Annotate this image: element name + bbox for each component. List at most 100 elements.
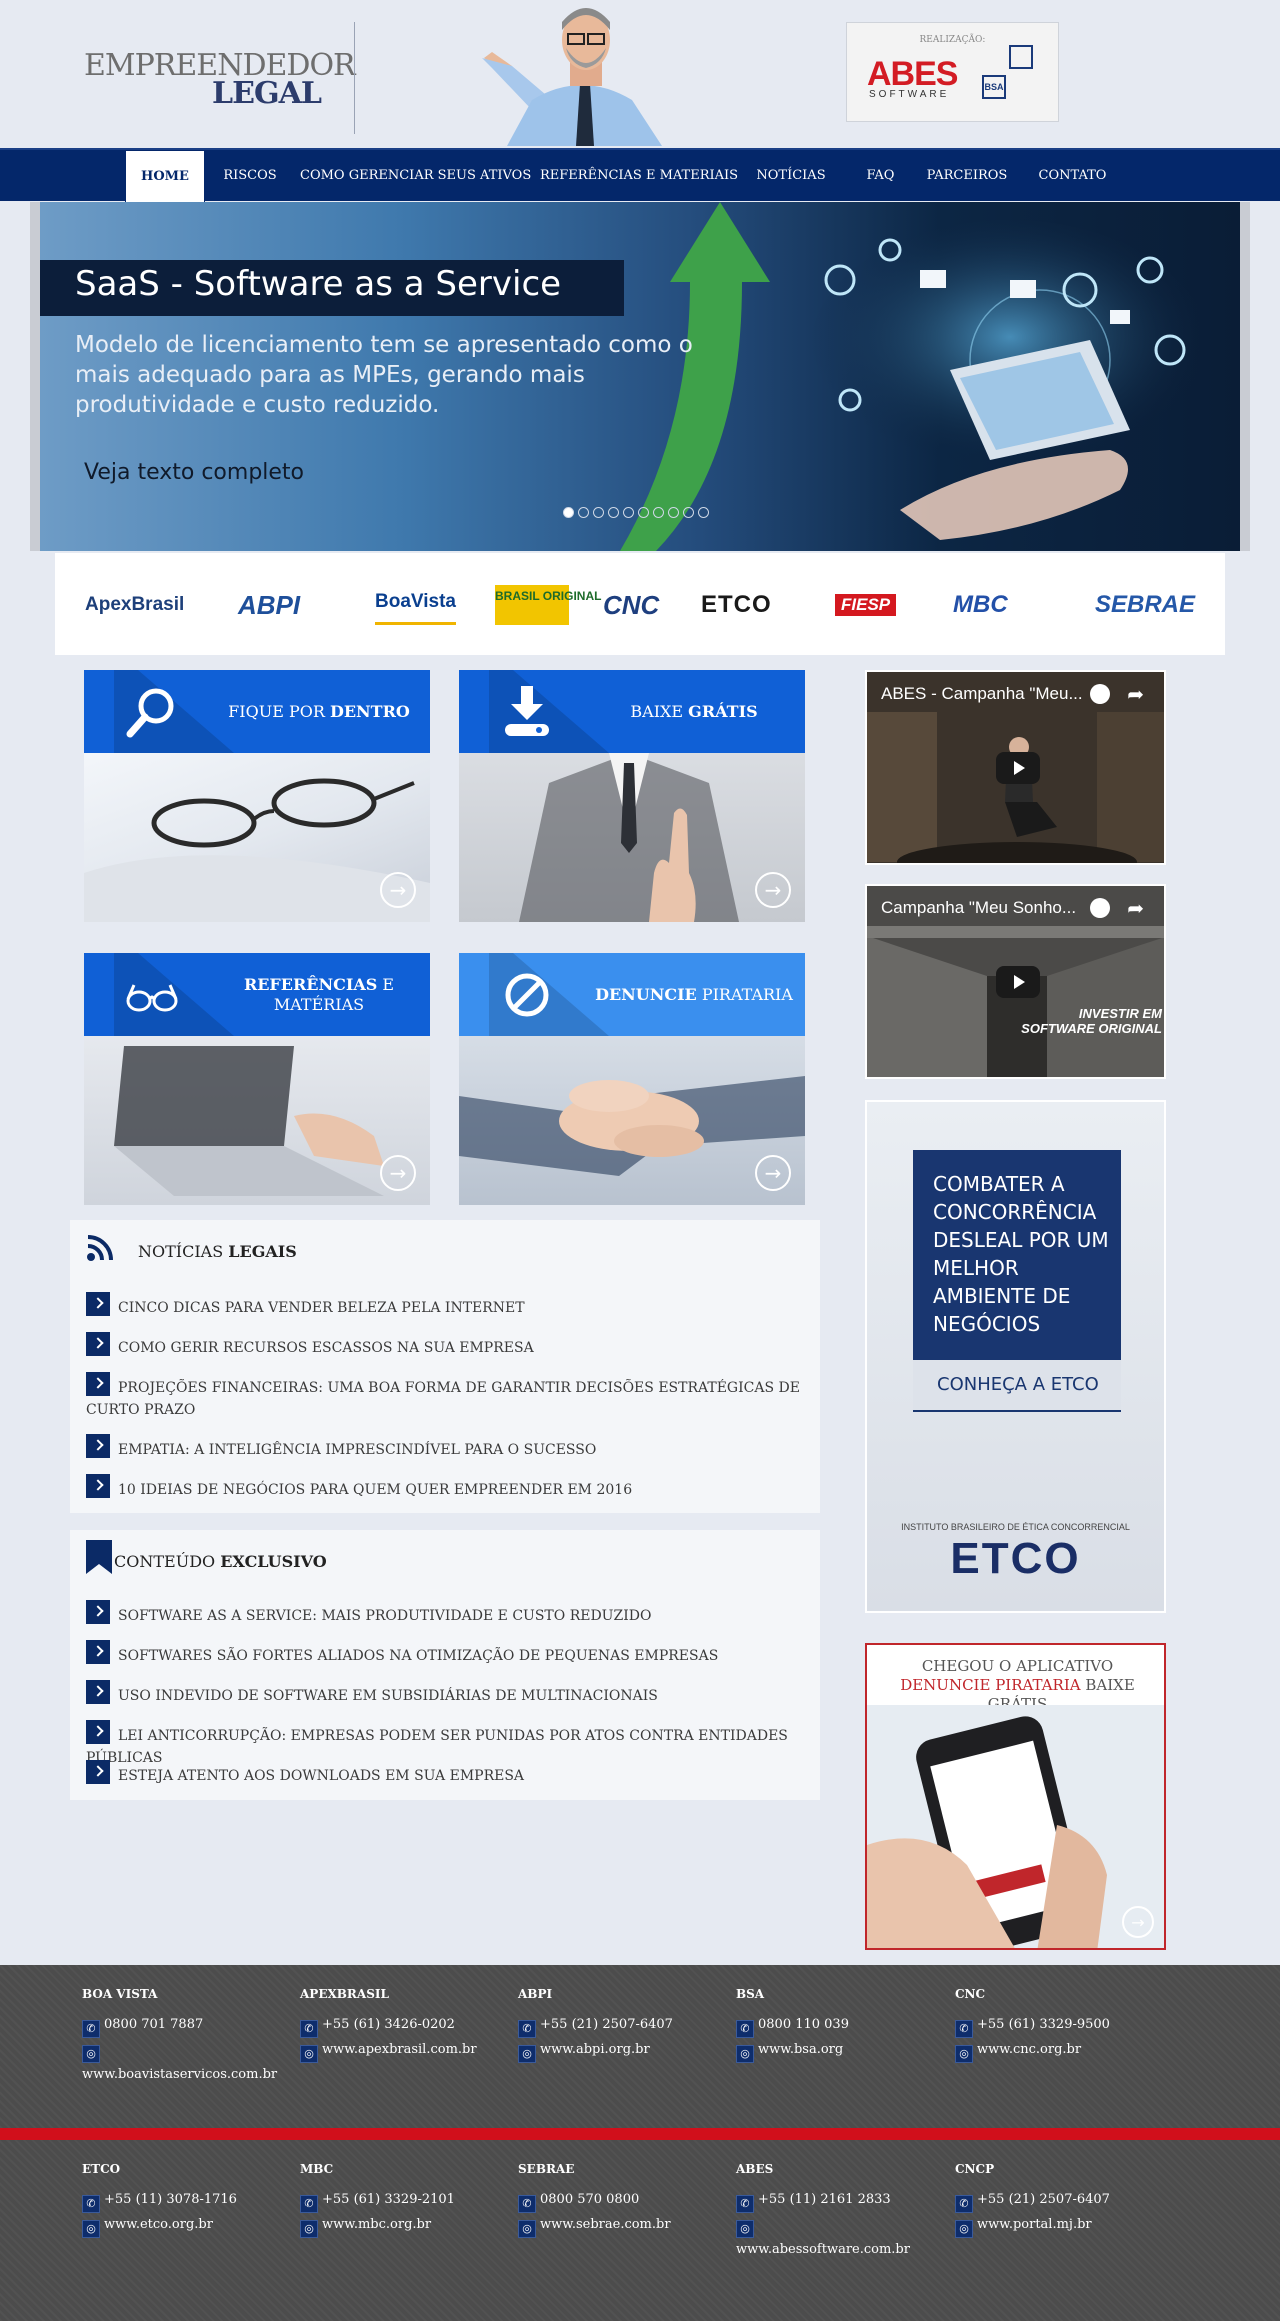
tile-referencias-materias[interactable]: REFERÊNCIAS E MATÉRIAS →	[84, 953, 430, 1205]
partner-logo-mbc[interactable]: MBC	[953, 585, 1008, 625]
slider-dot[interactable]	[623, 507, 634, 518]
news-item[interactable]: 10 IDEIAS DE NEGÓCIOS PARA QUEM QUER EMP…	[86, 1474, 806, 1501]
slider-dot[interactable]	[653, 507, 664, 518]
play-button[interactable]	[996, 752, 1040, 784]
exclusive-item[interactable]: SOFTWARE AS A SERVICE: MAIS PRODUTIVIDAD…	[86, 1600, 806, 1627]
tile-arrow-icon[interactable]: →	[755, 1155, 791, 1191]
footer-org-name: BSA	[736, 1987, 765, 2001]
footer-org-name: ABES	[736, 2162, 774, 2176]
site-logo-line2[interactable]: LEGAL	[212, 76, 322, 111]
partner-logo-boavista[interactable]: BoaVista	[375, 585, 456, 625]
news-item[interactable]: COMO GERIR RECURSOS ESCASSOS NA SUA EMPR…	[86, 1332, 806, 1359]
footer-phone[interactable]: ✆ +55 (11) 3078-1716	[82, 2188, 292, 2213]
tile-arrow-icon[interactable]: →	[755, 872, 791, 908]
footer-website[interactable]: ◎ www.apexbrasil.com.br	[300, 2038, 510, 2063]
slide-read-more-link[interactable]: Veja texto completo	[84, 460, 304, 485]
phone-icon: ✆	[955, 2195, 973, 2213]
video-player-1[interactable]: ABES - Campanha "Meu... ➦	[865, 670, 1166, 865]
watch-later-icon[interactable]	[1090, 684, 1110, 704]
forbidden-icon	[505, 973, 549, 1017]
globe-icon: ◎	[300, 2045, 318, 2063]
slider-pagination	[563, 503, 713, 518]
footer-phone[interactable]: ✆ +55 (61) 3329-9500	[955, 2013, 1165, 2038]
news-item[interactable]: PROJEÇÕES FINANCEIRAS: UMA BOA FORMA DE …	[86, 1372, 806, 1421]
footer-phone[interactable]: ✆ +55 (21) 2507-6407	[518, 2013, 728, 2038]
nav-item-home[interactable]: HOME	[125, 150, 205, 203]
exclusive-item[interactable]: ESTEJA ATENTO AOS DOWNLOADS EM SUA EMPRE…	[86, 1760, 806, 1787]
partner-logo-abpi[interactable]: ABPI	[238, 585, 300, 625]
nav-item-contato[interactable]: CONTATO	[1035, 150, 1110, 203]
exclusive-item[interactable]: USO INDEVIDO DE SOFTWARE EM SUBSIDIÁRIAS…	[86, 1680, 806, 1707]
tile-header: BAIXE GRÁTIS	[459, 670, 805, 753]
footer-website[interactable]: ◎ www.cnc.org.br	[955, 2038, 1165, 2063]
footer-website[interactable]: ◎ www.etco.org.br	[82, 2213, 292, 2238]
footer-contact-cncp: CNCP ✆ +55 (21) 2507-6407 ◎ www.portal.mj.br	[955, 2162, 1165, 2238]
svg-text:→: →	[1131, 1913, 1144, 1932]
rss-icon	[87, 1235, 113, 1261]
footer-website[interactable]: ◎ www.abpi.org.br	[518, 2038, 728, 2063]
slider-dot[interactable]	[683, 507, 694, 518]
tile-arrow-icon[interactable]: →	[380, 872, 416, 908]
footer-contact-apexbrasil: APEXBRASIL ✆ +55 (61) 3426-0202 ◎ www.apexbr…	[300, 1987, 510, 2063]
slider-dot[interactable]	[578, 507, 589, 518]
download-icon	[505, 686, 549, 736]
partner-logo-cnc[interactable]: CNC	[603, 585, 659, 625]
footer-website[interactable]: ◎ www.mbc.org.br	[300, 2213, 510, 2238]
footer-website[interactable]: www.abessoftware.com.br	[736, 2238, 946, 2262]
slider-dot[interactable]	[563, 507, 574, 518]
video-title: Campanha "Meu Sonho...	[881, 898, 1077, 917]
nav-item-como[interactable]: COMO GERENCIAR SEUS ATIVOS	[300, 150, 531, 203]
slider-dot[interactable]	[593, 507, 604, 518]
footer-phone[interactable]: ✆ 0800 701 7887	[82, 2013, 292, 2038]
watch-later-icon[interactable]	[1090, 898, 1110, 918]
footer-org-name: CNC	[955, 1987, 986, 2001]
footer-website[interactable]: ◎ www.portal.mj.br	[955, 2213, 1165, 2238]
footer-phone[interactable]: ✆ +55 (11) 2161 2833	[736, 2188, 946, 2213]
chevron-right-icon	[86, 1372, 110, 1396]
abes-logo-subtext: SOFTWARE	[869, 89, 950, 100]
news-item[interactable]: CINCO DICAS PARA VENDER BELEZA PELA INTE…	[86, 1292, 806, 1319]
footer-website[interactable]: ◎ www.bsa.org	[736, 2038, 946, 2063]
tile-fique-por-dentro[interactable]: FIQUE POR DENTRO →	[84, 670, 430, 922]
tile-denuncie-pirataria[interactable]: DENUNCIE PIRATARIA →	[459, 953, 805, 1205]
tile-label: BAIXE GRÁTIS	[630, 701, 758, 721]
partner-logo-apexbrasil[interactable]: ApexBrasil	[85, 585, 184, 625]
exclusive-item[interactable]: SOFTWARES SÃO FORTES ALIADOS NA OTIMIZAÇ…	[86, 1640, 806, 1667]
etco-ad-banner[interactable]: COMBATER A CONCORRÊNCIA DESLEAL POR UM M…	[865, 1100, 1166, 1613]
bsa-logo-icon	[1009, 45, 1033, 69]
bsa-badge: BSA	[982, 75, 1006, 99]
news-item[interactable]: EMPATIA: A INTELIGÊNCIA IMPRESCINDÍVEL P…	[86, 1434, 806, 1461]
partner-logo-etco[interactable]: ETCO	[701, 585, 772, 625]
slider-dot[interactable]	[698, 507, 709, 518]
nav-item-faq[interactable]: FAQ	[853, 150, 908, 203]
nav-item-notícias[interactable]: NOTÍCIAS	[751, 150, 831, 203]
video-player-2[interactable]: Campanha "Meu Sonho... ➦ INVESTIR EM SOF…	[865, 884, 1166, 1079]
footer-website[interactable]: ◎ www.sebrae.com.br	[518, 2213, 728, 2238]
abes-sponsor-logo[interactable]: REALIZAÇÃO: ABES SOFTWARE BSA	[846, 22, 1059, 122]
footer-website[interactable]: www.boavistaservicos.com.br	[82, 2063, 292, 2087]
slider-dot[interactable]	[608, 507, 619, 518]
share-icon[interactable]: ➦	[1127, 896, 1144, 920]
partner-logo-fiesp[interactable]: FIESP	[835, 594, 897, 616]
nav-item-parceiros[interactable]: PARCEIROS	[922, 150, 1012, 203]
nav-item-riscos[interactable]: RISCOS	[215, 150, 285, 203]
footer-phone[interactable]: ✆ +55 (61) 3329-2101	[300, 2188, 510, 2213]
nav-item-referências[interactable]: REFERÊNCIAS E MATERIAIS	[540, 150, 738, 203]
footer-phone[interactable]: ✆ +55 (61) 3426-0202	[300, 2013, 510, 2038]
app-download-ad[interactable]: CHEGOU O APLICATIVO DENUNCIE PIRATARIA B…	[865, 1643, 1166, 1950]
phone-icon: ✆	[955, 2020, 973, 2038]
tile-baixe-gratis[interactable]: BAIXE GRÁTIS →	[459, 670, 805, 922]
footer-phone[interactable]: ✆ 0800 110 039	[736, 2013, 946, 2038]
tile-arrow-icon[interactable]: →	[380, 1155, 416, 1191]
play-button[interactable]	[996, 966, 1040, 998]
slider-dot[interactable]	[638, 507, 649, 518]
etco-ad-cta[interactable]: CONHEÇA A ETCO	[913, 1360, 1121, 1410]
slider-dot[interactable]	[668, 507, 679, 518]
partner-logo-brasil-original[interactable]: BRASIL ORIGINAL	[495, 585, 601, 625]
tile-header: DENUNCIE PIRATARIA	[459, 953, 805, 1036]
footer-phone[interactable]: ✆ 0800 570 0800	[518, 2188, 728, 2213]
partner-logo-sebrae[interactable]: SEBRAE	[1095, 585, 1195, 625]
tile-glasses-image	[84, 753, 430, 922]
footer-phone[interactable]: ✆ +55 (21) 2507-6407	[955, 2188, 1165, 2213]
share-icon[interactable]: ➦	[1127, 682, 1144, 706]
